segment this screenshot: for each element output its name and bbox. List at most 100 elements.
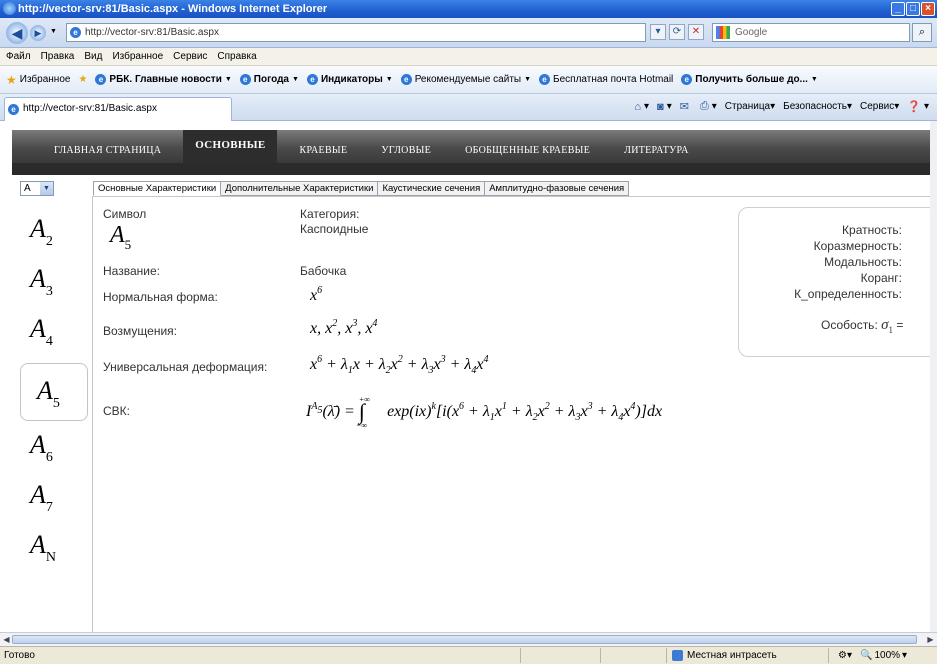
ie-page-icon: e <box>681 74 693 85</box>
menu-help[interactable]: Справка <box>217 48 256 65</box>
sing-letter: A <box>30 480 46 509</box>
chevron-down-icon: ▼ <box>385 76 393 83</box>
panel-left-border <box>92 196 93 632</box>
ie-logo-icon <box>3 2 16 15</box>
safety-menu[interactable]: Безопасность ▾ <box>783 101 852 112</box>
status-divider <box>828 648 829 663</box>
singularity-label: Особость: σ1 = <box>821 317 903 335</box>
mail-button[interactable]: ✉ <box>680 100 692 113</box>
singularity-a3[interactable]: A3 <box>20 259 88 309</box>
status-divider <box>600 648 601 663</box>
security-zone[interactable]: Местная интрасеть <box>672 647 777 664</box>
back-button[interactable]: ◀ <box>6 22 28 44</box>
search-input[interactable]: Google <box>712 23 910 42</box>
menu-view[interactable]: Вид <box>84 48 102 65</box>
nav-generalized-boundary[interactable]: ОБОБЩЕННЫЕ КРАЕВЫЕ <box>465 137 590 156</box>
nav-literature[interactable]: ЛИТЕРАТУРА <box>624 137 689 156</box>
name-label: Название: <box>103 264 160 278</box>
scroll-right-icon[interactable]: ▶ <box>925 634 936 645</box>
horizontal-scrollbar[interactable]: ◀ ▶ <box>0 632 937 646</box>
favorite-link-rbc[interactable]: e РБК. Главные новости ▼ <box>95 74 232 85</box>
favorite-link-weather[interactable]: e Погода ▼ <box>239 74 299 85</box>
singularity-a2[interactable]: A2 <box>20 209 88 259</box>
ie-page-icon: e <box>8 104 19 115</box>
chevron-down-icon: ▼ <box>224 76 232 83</box>
svk-label: СВК: <box>103 404 130 418</box>
universal-deformation-label: Универсальная деформация: <box>103 360 268 374</box>
home-icon: ⌂ <box>634 100 642 113</box>
maximize-button[interactable]: □ <box>906 2 920 16</box>
google-icon <box>716 26 730 39</box>
menu-bar: Файл Правка Вид Избранное Сервис Справка <box>0 48 937 66</box>
tab-caustic-sections[interactable]: Каустические сечения <box>378 181 486 196</box>
panel-top-border <box>92 196 930 197</box>
print-button[interactable]: ⎙ ▾ <box>700 100 717 113</box>
page-menu[interactable]: Страница ▾ <box>725 101 775 112</box>
tab-additional-characteristics[interactable]: Дополнительные Характеристики <box>221 181 379 196</box>
address-input[interactable]: e http://vector-srv:81/Basic.aspx <box>66 23 646 42</box>
series-select[interactable]: A ▼ <box>20 181 54 196</box>
web-page: ГЛАВНАЯ СТРАНИЦА ОСНОВНЫЕ КРАЕВЫЕ УГЛОВЫ… <box>0 121 930 632</box>
address-dropdown-button[interactable]: ▾ <box>650 24 666 40</box>
favorite-link-more-addons[interactable]: e Получить больше до... ▼ <box>681 74 818 85</box>
nav-home[interactable]: ГЛАВНАЯ СТРАНИЦА <box>54 137 161 156</box>
address-text: http://vector-srv:81/Basic.aspx <box>85 27 219 38</box>
tools-menu-label: Сервис <box>859 101 895 112</box>
singularity-a6[interactable]: A6 <box>20 425 88 475</box>
ie-page-icon: e <box>95 74 107 85</box>
menu-tools[interactable]: Сервис <box>173 48 207 65</box>
name-value: Бабочка <box>300 264 347 278</box>
modality-label: Модальность: <box>824 255 902 269</box>
nav-corner[interactable]: УГЛОВЫЕ <box>381 137 431 156</box>
favorite-link-suggested[interactable]: e Рекомендуемые сайты ▼ <box>400 74 531 85</box>
window-title: http://vector-srv:81/Basic.aspx - Window… <box>18 3 328 15</box>
add-favorite-icon[interactable]: ★ <box>78 74 87 85</box>
menu-favorites[interactable]: Избранное <box>112 48 163 65</box>
close-window-button[interactable]: × <box>921 2 935 16</box>
nav-boundary[interactable]: КРАЕВЫЕ <box>299 137 347 156</box>
intranet-icon <box>672 650 683 661</box>
search-placeholder: Google <box>735 27 768 38</box>
tab-amplitude-phase-sections[interactable]: Амплитудно-фазовые сечения <box>485 181 630 196</box>
sing-index: 3 <box>45 284 53 299</box>
scrollbar-thumb[interactable] <box>12 635 917 644</box>
vertical-scrollbar[interactable] <box>930 121 937 632</box>
symbol-letter: A <box>110 222 125 248</box>
sing-index: 4 <box>45 334 53 349</box>
singularity-an[interactable]: AN <box>20 525 88 575</box>
zoom-control[interactable]: 🔍 100% ▾ <box>860 647 907 664</box>
refresh-button[interactable]: ⟳ <box>669 24 685 40</box>
home-button[interactable]: ⌂ ▾ <box>634 101 649 113</box>
search-icon[interactable]: ⌕ <box>912 23 932 42</box>
favorite-label: РБК. Главные новости <box>109 74 222 85</box>
perturbations-label: Возмущения: <box>103 324 178 338</box>
protected-mode-icon[interactable]: ⚙▾ <box>838 647 852 664</box>
tab-main-characteristics[interactable]: Основные Характеристики <box>93 181 222 196</box>
nav-basic[interactable]: ОСНОВНЫЕ <box>183 130 278 163</box>
help-button[interactable]: ❓ ▾ <box>907 100 929 113</box>
svk-formula: IA5(λ̄) = ∫+∞−∞exp(ix)k[i(x6 + λ1x1 + λ2… <box>306 395 663 430</box>
singularity-a7[interactable]: A7 <box>20 475 88 525</box>
stop-button[interactable]: ✕ <box>688 24 704 40</box>
favorite-link-indicators[interactable]: e Индикаторы ▼ <box>306 74 393 85</box>
forward-button[interactable]: ▶ <box>30 25 46 41</box>
scroll-left-icon[interactable]: ◀ <box>1 634 12 645</box>
feeds-button[interactable]: ◙ ▾ <box>657 101 672 113</box>
sing-letter: A <box>30 214 46 243</box>
favorites-button[interactable]: ★ Избранное <box>6 73 70 87</box>
category-value: Каспоидные <box>300 222 369 236</box>
menu-file[interactable]: Файл <box>6 48 31 65</box>
tools-menu[interactable]: Сервис ▾ <box>860 101 899 112</box>
ie-page-icon: e <box>400 74 412 85</box>
history-dropdown-icon[interactable]: ▼ <box>50 28 57 35</box>
help-icon: ❓ <box>907 101 921 113</box>
minimize-button[interactable]: _ <box>891 2 905 16</box>
favorite-link-hotmail[interactable]: e Бесплатная почта Hotmail <box>539 74 673 85</box>
browser-tab-active[interactable]: e http://vector-srv:81/Basic.aspx <box>4 97 232 121</box>
zoom-icon: 🔍 <box>860 650 873 661</box>
sing-index: 5 <box>52 396 60 411</box>
menu-edit[interactable]: Правка <box>41 48 75 65</box>
singularity-a5[interactable]: A5 <box>20 363 88 421</box>
printer-icon: ⎙ <box>699 100 709 112</box>
singularity-a4[interactable]: A4 <box>20 309 88 359</box>
